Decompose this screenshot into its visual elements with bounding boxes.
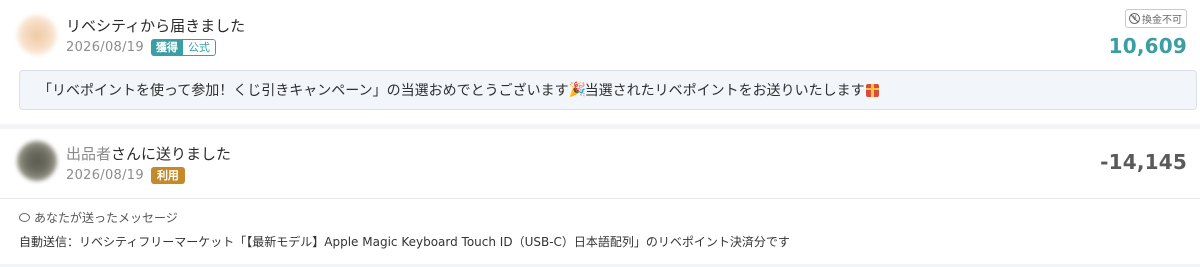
no-yen-icon: ¥ — [1129, 13, 1140, 24]
badge-official: 公式 — [182, 39, 216, 56]
sent-message-label-text: あなたが送ったメッセージ — [34, 211, 178, 225]
badge-group: 獲得 公式 — [150, 39, 216, 56]
message-text-part1: 「リベポイントを使って参加！くじ引きキャンペーン」の当選おめでとうございます — [38, 83, 569, 99]
transaction-title: リベシティから届きました — [66, 17, 246, 35]
transaction-meta: 2026/08/19 獲得 公式 — [66, 39, 216, 56]
transaction-amount: 10,609 — [1108, 34, 1187, 58]
divider — [0, 198, 1200, 199]
transaction-card-received: リベシティから届きました 2026/08/19 獲得 公式 ¥ 換金不可 10,… — [0, 0, 1200, 124]
speech-bubble-icon — [19, 213, 30, 222]
gift-icon — [865, 83, 879, 97]
not-exchangeable-badge: ¥ 換金不可 — [1125, 9, 1187, 28]
auto-message-text: 自動送信：リベシティフリーマーケット「【最新モデル】Apple Magic Ke… — [19, 235, 790, 249]
recipient-name[interactable]: 出品者 — [66, 145, 111, 163]
not-exchangeable-label: 換金不可 — [1142, 15, 1182, 26]
avatar[interactable] — [17, 141, 57, 181]
sent-message-label: あなたが送ったメッセージ — [19, 209, 178, 226]
avatar[interactable] — [17, 15, 57, 55]
transaction-date: 2026/08/19 — [66, 40, 144, 55]
transaction-title: 出品者さんに送りました — [66, 143, 231, 164]
transaction-amount: -14,145 — [1100, 150, 1187, 174]
transaction-meta: 2026/08/19 利用 — [66, 167, 185, 184]
party-popper-icon: 🎉 — [568, 82, 587, 98]
badge-used: 利用 — [150, 167, 185, 184]
message-box: 「リベポイントを使って参加！くじ引きキャンペーン」の当選おめでとうございます 🎉… — [19, 70, 1197, 110]
badge-acquired: 獲得 — [150, 39, 183, 56]
transaction-title-text: さんに送りました — [111, 145, 232, 163]
transaction-date: 2026/08/19 — [66, 168, 144, 183]
message-text-part2: 当選されたリベポイントをお送りいたします — [584, 83, 865, 99]
